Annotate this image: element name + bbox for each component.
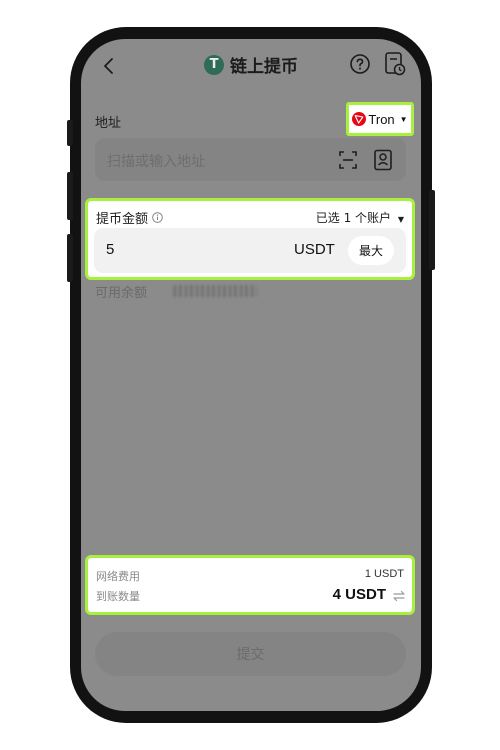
side-button (67, 172, 73, 220)
address-label: 地址 (95, 116, 122, 131)
withdraw-amount-card: 提币金额 已选 1 个账户 ▼ 5 USDT 最大 (85, 198, 415, 280)
account-select[interactable]: 已选 1 个账户 ▼ (316, 209, 404, 226)
address-input[interactable]: 扫描或输入地址 (95, 138, 406, 181)
amount-label: 提币金额 (96, 212, 149, 227)
submit-button[interactable]: 提交 (95, 632, 406, 676)
side-button (67, 234, 73, 282)
amount-input[interactable]: 5 USDT 最大 (94, 228, 406, 273)
network-label: Tron (368, 111, 395, 127)
receive-amount-label: 到账数量 (96, 590, 140, 603)
address-book-icon[interactable] (373, 149, 393, 171)
side-button (67, 120, 73, 146)
app-screen: T 链上提币 地址 Tron ▼ 扫描或输入地址 提币金额 已选 1 个账户 ▼… (81, 39, 421, 711)
amount-label-group: 提币金额 (96, 208, 163, 227)
fee-summary-card: 网络费用 1 USDT 到账数量 4 USDT (85, 555, 415, 615)
caret-down-icon: ▼ (399, 114, 408, 124)
address-placeholder: 扫描或输入地址 (107, 154, 205, 170)
network-fee-label: 网络费用 (96, 570, 140, 583)
max-button[interactable]: 最大 (348, 236, 394, 265)
history-icon[interactable] (384, 51, 406, 77)
scan-icon[interactable] (338, 150, 358, 170)
amount-unit: USDT (294, 241, 335, 258)
caret-down-icon: ▼ (397, 215, 404, 224)
receive-amount-value: 4 USDT (332, 586, 386, 603)
account-select-label: 已选 1 个账户 (315, 211, 392, 225)
available-balance-label: 可用余额 (95, 286, 148, 301)
available-balance-value-redacted (173, 285, 257, 297)
page-title: 链上提币 (230, 57, 298, 77)
side-button (429, 190, 435, 270)
help-icon[interactable] (349, 53, 371, 75)
tron-icon (352, 112, 367, 126)
network-fee-value: 1 USDT (364, 568, 404, 580)
swap-icon[interactable] (392, 589, 406, 603)
info-icon[interactable] (152, 212, 163, 223)
usdt-icon: T (204, 54, 224, 75)
amount-value: 5 (106, 241, 115, 258)
network-select[interactable]: Tron ▼ (346, 102, 414, 136)
